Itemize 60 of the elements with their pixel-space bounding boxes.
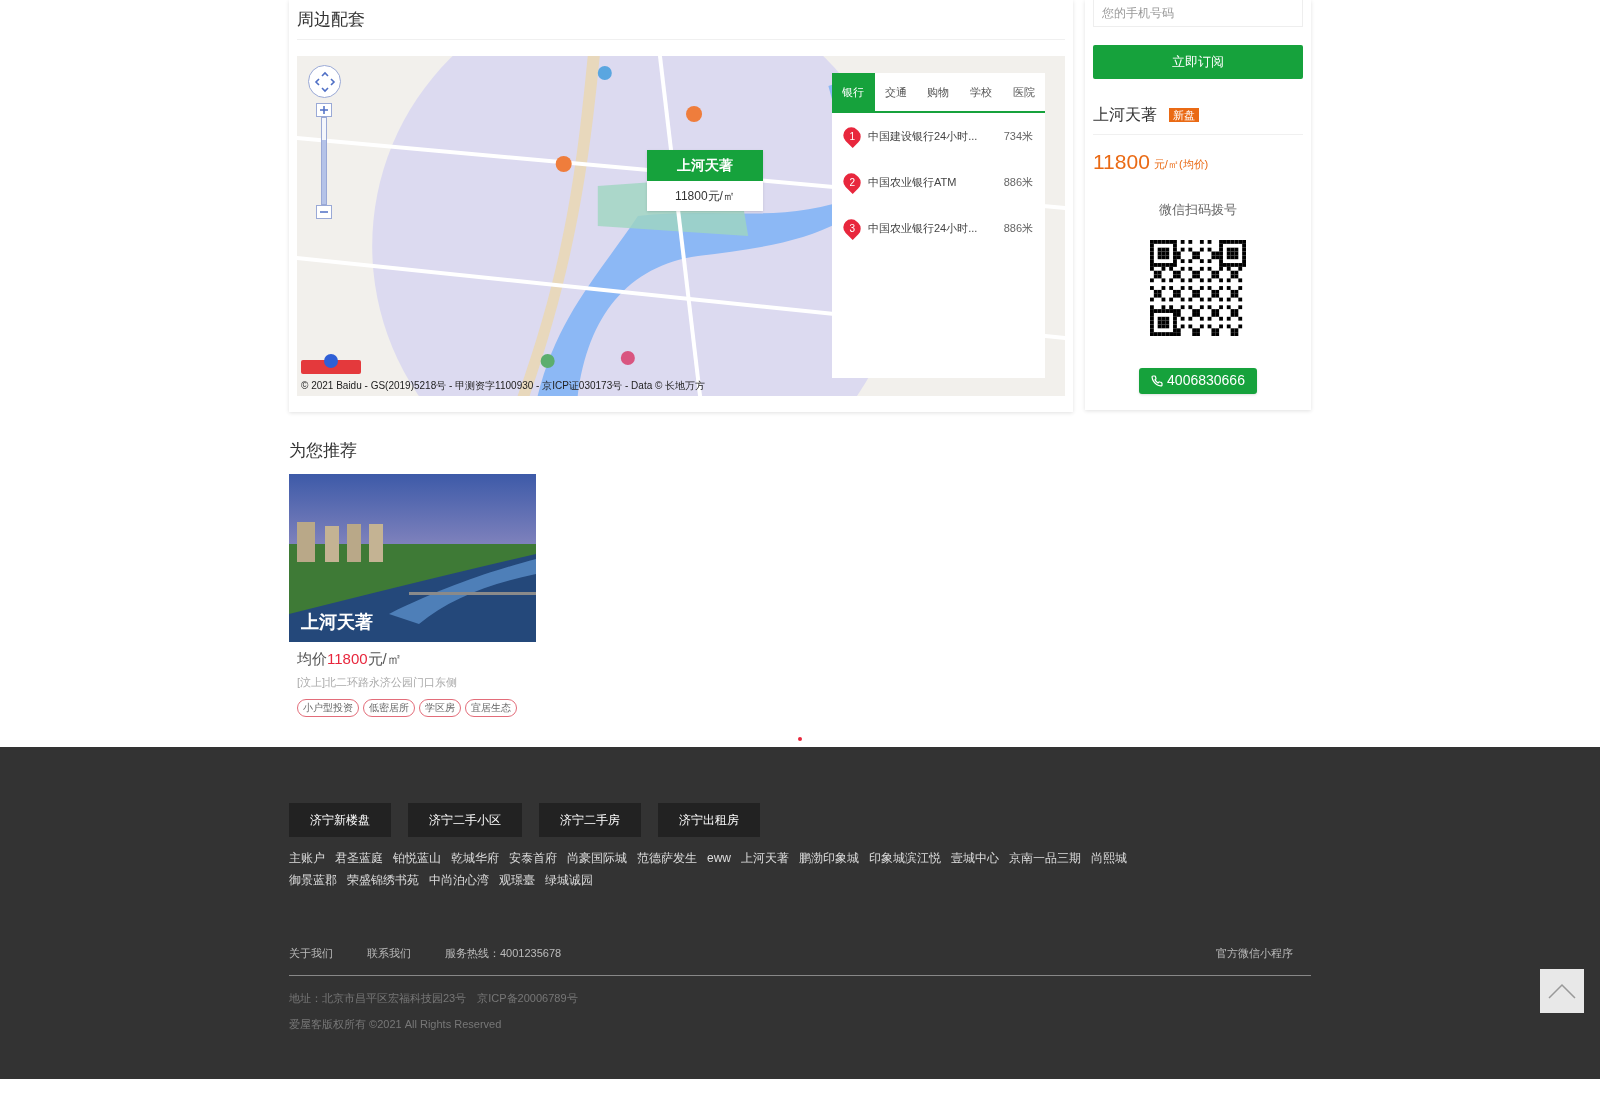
poi-item[interactable]: 3 中国农业银行24小时... 886米 bbox=[832, 205, 1045, 251]
card-title: 上河天著 bbox=[301, 610, 373, 634]
popup-price: 11800元/㎡ bbox=[675, 188, 735, 205]
poi-name: 中国建设银行24小时... bbox=[868, 128, 979, 144]
section-title: 为您推荐 bbox=[289, 441, 357, 460]
poi-item[interactable]: 1 中国建设银行24小时... 734米 bbox=[832, 113, 1045, 159]
project-name: 上河天著 bbox=[1093, 104, 1157, 125]
section-title: 周边配套 bbox=[297, 8, 365, 31]
price-value: 11800 bbox=[1093, 151, 1150, 172]
popup-title: 上河天著 bbox=[647, 150, 763, 181]
qr-code-icon bbox=[1150, 239, 1246, 336]
footer-link[interactable]: eww bbox=[707, 846, 731, 869]
zoom-in-icon[interactable] bbox=[316, 103, 332, 117]
footer-link[interactable]: 尚豪国际城 bbox=[567, 846, 627, 869]
footer-copyright: 爱屋客版权所有 ©2021 All Rights Reserved bbox=[289, 1017, 503, 1032]
card-address: [汶上]北二环路永济公园门口东侧 bbox=[297, 675, 459, 690]
footer-tab[interactable]: 济宁出租房 bbox=[658, 802, 760, 837]
footer-link[interactable]: 联系我们 bbox=[367, 945, 411, 962]
footer-link[interactable]: 御景蓝郡 bbox=[289, 868, 337, 891]
property-card[interactable]: 上河天著 均价11800元/㎡ [汶上]北二环路永济公园门口东侧 小户型投资 低密居所 学区房 宜居生态 bbox=[289, 473, 536, 717]
poi-name: 中国农业银行ATM bbox=[868, 174, 958, 190]
footer-tab[interactable]: 济宁新楼盘 bbox=[289, 802, 391, 837]
footer-link[interactable]: 上河天著 bbox=[741, 846, 789, 869]
footer-link[interactable]: 壹城中心 bbox=[951, 846, 999, 869]
qr-caption: 微信扫码拨号 bbox=[1158, 201, 1238, 219]
arrows-icon bbox=[313, 70, 336, 93]
price-unit: 元/㎡(均价) bbox=[1153, 156, 1209, 172]
footer-link[interactable]: 绿城诚园 bbox=[545, 868, 593, 891]
footer-link[interactable]: 荣盛锦绣书苑 bbox=[347, 868, 419, 891]
footer-link[interactable]: 关于我们 bbox=[289, 945, 333, 962]
footer-link[interactable]: 安泰首府 bbox=[509, 846, 557, 869]
footer-link[interactable]: 观璟臺 bbox=[499, 868, 535, 891]
footer-link[interactable]: 主账户 bbox=[289, 846, 325, 869]
map-copyright: © 2021 Baidu - GS(2019)5218号 - 甲测资字1100930 - 京ICP证030173号 - Data © 长地万方 bbox=[301, 379, 706, 393]
phone-icon bbox=[1151, 374, 1164, 387]
zoom-slider[interactable] bbox=[321, 117, 327, 205]
poi-name: 中国农业银行24小时... bbox=[868, 220, 979, 236]
baidu-logo-icon bbox=[301, 352, 361, 374]
mini-program-link[interactable]: 官方微信小程序 bbox=[1216, 945, 1293, 962]
footer-link[interactable]: 君圣蓝庭 bbox=[335, 846, 383, 869]
footer-link[interactable]: 尚熙城 bbox=[1091, 846, 1127, 869]
footer-tab[interactable]: 济宁二手小区 bbox=[408, 802, 522, 837]
footer-link[interactable]: 京南一品三期 bbox=[1009, 846, 1081, 869]
footer-tab[interactable]: 济宁二手房 bbox=[539, 802, 641, 837]
footer-link[interactable]: 鹏渤印象城 bbox=[799, 846, 859, 869]
card-price: 均价11800元/㎡ bbox=[297, 648, 403, 669]
footer-link[interactable]: 中尚泊心湾 bbox=[429, 868, 489, 891]
new-badge: 新盘 bbox=[1169, 107, 1199, 122]
footer-link[interactable]: 乾城华府 bbox=[451, 846, 499, 869]
poi-distance: 886米 bbox=[1003, 220, 1033, 236]
footer-link[interactable]: 服务热线：4001235678 bbox=[445, 945, 562, 962]
footer-link[interactable]: 范德萨发生 bbox=[637, 846, 697, 869]
back-to-top-button[interactable] bbox=[1540, 968, 1584, 1013]
zoom-out-icon[interactable] bbox=[316, 205, 332, 219]
poi-distance: 886米 bbox=[1003, 174, 1033, 190]
footer-link[interactable]: 铂悦蓝山 bbox=[393, 846, 441, 869]
poi-distance: 734米 bbox=[1003, 128, 1033, 144]
footer-link[interactable]: 印象城滨江悦 bbox=[869, 846, 941, 869]
poi-item[interactable]: 2 中国农业银行ATM 886米 bbox=[832, 159, 1045, 205]
phone-field[interactable]: 您的手机号码 bbox=[1093, 0, 1303, 27]
